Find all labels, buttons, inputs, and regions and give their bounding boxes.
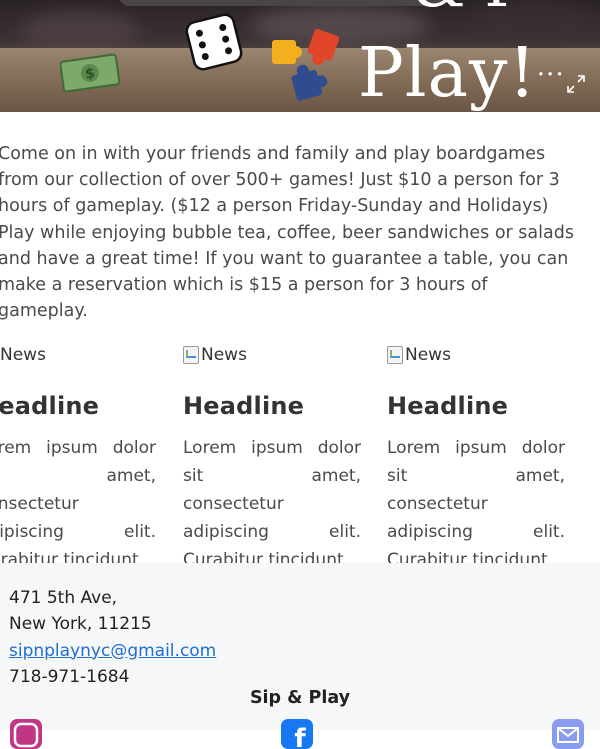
address-street: 471 5th Ave, [9, 588, 118, 608]
hero-title: Play!... [358, 34, 565, 112]
footer-brand: Sip & Play [249, 688, 351, 708]
hero-title-top: & P [412, 0, 525, 16]
email-link[interactable]: sipnplaynyc@gmail.com [9, 641, 216, 661]
contact-info: 471 5th Ave, New York, 11215 sipnplaynyc… [9, 585, 216, 690]
broken-image-icon [183, 346, 199, 364]
email-icon[interactable] [552, 719, 584, 749]
svg-text:f: f [294, 724, 306, 749]
news-headline: Headline [0, 392, 100, 420]
news-card: News Headline Lorem ipsum dolor sit amet… [183, 340, 361, 574]
puzzle-icon [272, 28, 340, 101]
news-image: News [0, 345, 46, 365]
intro-paragraph: Come on in with your friends and family … [0, 144, 574, 322]
footer: 471 5th Ave, New York, 11215 sipnplaynyc… [0, 563, 600, 749]
news-card: News Headline Lorem ipsum dolor sit amet… [0, 340, 156, 574]
news-image: News [387, 340, 565, 370]
news-headline: Headline [183, 392, 305, 420]
instagram-icon[interactable] [10, 719, 42, 749]
news-body: Lorem ipsum dolor sit amet, consectetur … [387, 438, 565, 570]
banner-top-overlay [118, 0, 448, 6]
phone-number: 718-971-1684 [9, 666, 130, 687]
news-body: Lorem ipsum dolor sit amet, consectetur … [0, 438, 156, 570]
news-body: Lorem ipsum dolor sit amet, consectetur … [183, 438, 361, 570]
news-headline: Headline [387, 392, 509, 420]
facebook-icon[interactable]: f [281, 719, 313, 749]
news-image: News [183, 340, 361, 370]
news-card: News Headline Lorem ipsum dolor sit amet… [387, 340, 565, 574]
broken-image-icon [387, 346, 403, 364]
dice-icon [185, 13, 243, 71]
money-icon: $ [60, 53, 120, 93]
expand-icon[interactable] [566, 74, 586, 94]
hero-banner: $ & P Play!... [0, 0, 600, 112]
address-city: New York, 11215 [9, 614, 152, 635]
